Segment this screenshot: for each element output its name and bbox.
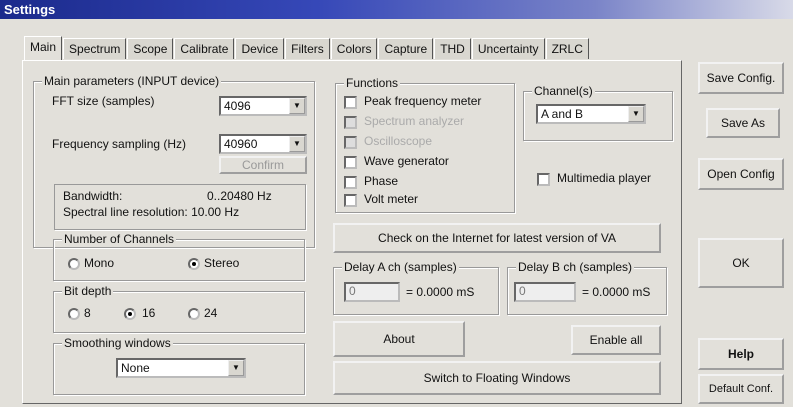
bit-depth-title: Bit depth xyxy=(62,284,114,298)
fft-size-value: 4096 xyxy=(224,99,251,113)
title-bar: Settings xyxy=(0,0,793,19)
wave-generator-label: Wave generator xyxy=(364,154,449,168)
multimedia-label: Multimedia player xyxy=(557,171,652,185)
smoothing-select[interactable]: None ▼ xyxy=(116,358,246,378)
save-config-button[interactable]: Save Config. xyxy=(698,62,784,94)
tab-strip: Main Spectrum Scope Calibrate Device Fil… xyxy=(24,36,590,60)
mono-radio[interactable] xyxy=(68,258,80,270)
oscilloscope-checkbox[interactable] xyxy=(344,136,357,149)
ok-button[interactable]: OK xyxy=(698,238,784,288)
chevron-down-icon[interactable]: ▼ xyxy=(289,136,305,152)
bit-16-label: 16 xyxy=(142,306,156,320)
settings-window: Settings Main Spectrum Scope Calibrate D… xyxy=(0,0,793,407)
tab-capture[interactable]: Capture xyxy=(378,38,434,59)
spectrum-analyzer-checkbox[interactable] xyxy=(344,116,357,129)
delay-a-input[interactable]: 0 xyxy=(344,282,400,302)
smoothing-group: Smoothing windows None ▼ xyxy=(53,336,305,395)
chevron-down-icon[interactable]: ▼ xyxy=(289,98,305,114)
confirm-button[interactable]: Confirm xyxy=(219,156,307,174)
channel-select-title: Channel(s) xyxy=(532,84,595,98)
about-button[interactable]: About xyxy=(333,321,465,357)
phase-label: Phase xyxy=(364,174,399,188)
volt-meter-label: Volt meter xyxy=(364,192,419,206)
tab-uncertainty[interactable]: Uncertainty xyxy=(471,38,545,59)
delay-b-group: Delay B ch (samples) 0 = 0.0000 mS xyxy=(507,260,667,315)
functions-group: Functions Peak frequency meter Spectrum … xyxy=(335,76,515,213)
functions-title: Functions xyxy=(344,76,401,90)
multimedia-checkbox[interactable] xyxy=(537,173,550,186)
bit-depth-group: Bit depth 8 16 24 xyxy=(53,284,305,333)
channel-select-group: Channel(s) A and B ▼ xyxy=(523,84,673,141)
tab-device[interactable]: Device xyxy=(235,38,285,59)
channels-group: Number of Channels Mono Stereo xyxy=(53,232,305,281)
tab-zrlc[interactable]: ZRLC xyxy=(545,38,589,59)
frequency-sampling-label: Frequency sampling (Hz) xyxy=(52,137,187,151)
frequency-sampling-value: 40960 xyxy=(224,137,258,151)
enable-all-button[interactable]: Enable all xyxy=(571,325,661,355)
bit-16-radio[interactable] xyxy=(124,308,136,320)
spectral-resolution: Spectral line resolution: 10.00 Hz xyxy=(63,205,240,219)
main-tab-panel: Main parameters (INPUT device) FFT size … xyxy=(22,60,682,404)
tab-colors[interactable]: Colors xyxy=(330,38,378,59)
fft-size-label: FFT size (samples) xyxy=(52,94,155,108)
tab-calibrate[interactable]: Calibrate xyxy=(174,38,235,59)
delay-b-readout: = 0.0000 mS xyxy=(582,285,651,299)
chevron-down-icon[interactable]: ▼ xyxy=(628,106,644,122)
open-config-button[interactable]: Open Config xyxy=(698,158,784,190)
stereo-label: Stereo xyxy=(204,256,240,270)
delay-a-group: Delay A ch (samples) 0 = 0.0000 mS xyxy=(333,260,499,315)
save-as-button[interactable]: Save As xyxy=(706,108,780,138)
tab-filters[interactable]: Filters xyxy=(285,38,330,59)
delay-b-title: Delay B ch (samples) xyxy=(516,260,635,274)
default-config-button[interactable]: Default Conf. xyxy=(698,374,784,404)
smoothing-value: None xyxy=(121,361,150,375)
wave-generator-checkbox[interactable] xyxy=(344,156,357,169)
check-internet-button[interactable]: Check on the Internet for latest version… xyxy=(333,223,661,253)
main-parameters-group: Main parameters (INPUT device) FFT size … xyxy=(33,74,315,248)
frequency-sampling-select[interactable]: 40960 ▼ xyxy=(219,134,307,154)
phase-checkbox[interactable] xyxy=(344,176,357,189)
main-parameters-title: Main parameters (INPUT device) xyxy=(42,74,222,88)
floating-windows-button[interactable]: Switch to Floating Windows xyxy=(333,361,661,395)
spectrum-analyzer-label: Spectrum analyzer xyxy=(364,114,465,128)
bit-8-radio[interactable] xyxy=(68,308,80,320)
fft-size-select[interactable]: 4096 ▼ xyxy=(219,96,307,116)
tab-main[interactable]: Main xyxy=(24,36,63,60)
volt-meter-checkbox[interactable] xyxy=(344,194,357,207)
peak-frequency-label: Peak frequency meter xyxy=(364,94,482,108)
channels-title: Number of Channels xyxy=(62,232,177,246)
chevron-down-icon[interactable]: ▼ xyxy=(228,360,244,376)
bit-8-label: 8 xyxy=(84,306,91,320)
delay-b-input[interactable]: 0 xyxy=(514,282,576,302)
oscilloscope-label: Oscilloscope xyxy=(364,134,433,148)
bandwidth-value: 0..20480 Hz xyxy=(207,189,272,203)
tab-thd[interactable]: THD xyxy=(434,38,471,59)
smoothing-title: Smoothing windows xyxy=(62,336,173,350)
bit-24-radio[interactable] xyxy=(188,308,200,320)
tab-scope[interactable]: Scope xyxy=(127,38,174,59)
bandwidth-label: Bandwidth: xyxy=(63,189,123,203)
delay-a-title: Delay A ch (samples) xyxy=(342,260,459,274)
bandwidth-info-box: Bandwidth: 0..20480 Hz Spectral line res… xyxy=(54,184,306,230)
channel-select[interactable]: A and B ▼ xyxy=(536,104,646,124)
window-title: Settings xyxy=(4,2,56,17)
tab-spectrum[interactable]: Spectrum xyxy=(63,38,127,59)
mono-label: Mono xyxy=(84,256,115,270)
delay-a-readout: = 0.0000 mS xyxy=(406,285,475,299)
peak-frequency-checkbox[interactable] xyxy=(344,96,357,109)
bit-24-label: 24 xyxy=(204,306,218,320)
stereo-radio[interactable] xyxy=(188,258,200,270)
help-button[interactable]: Help xyxy=(698,338,784,370)
channel-select-value: A and B xyxy=(541,107,584,121)
